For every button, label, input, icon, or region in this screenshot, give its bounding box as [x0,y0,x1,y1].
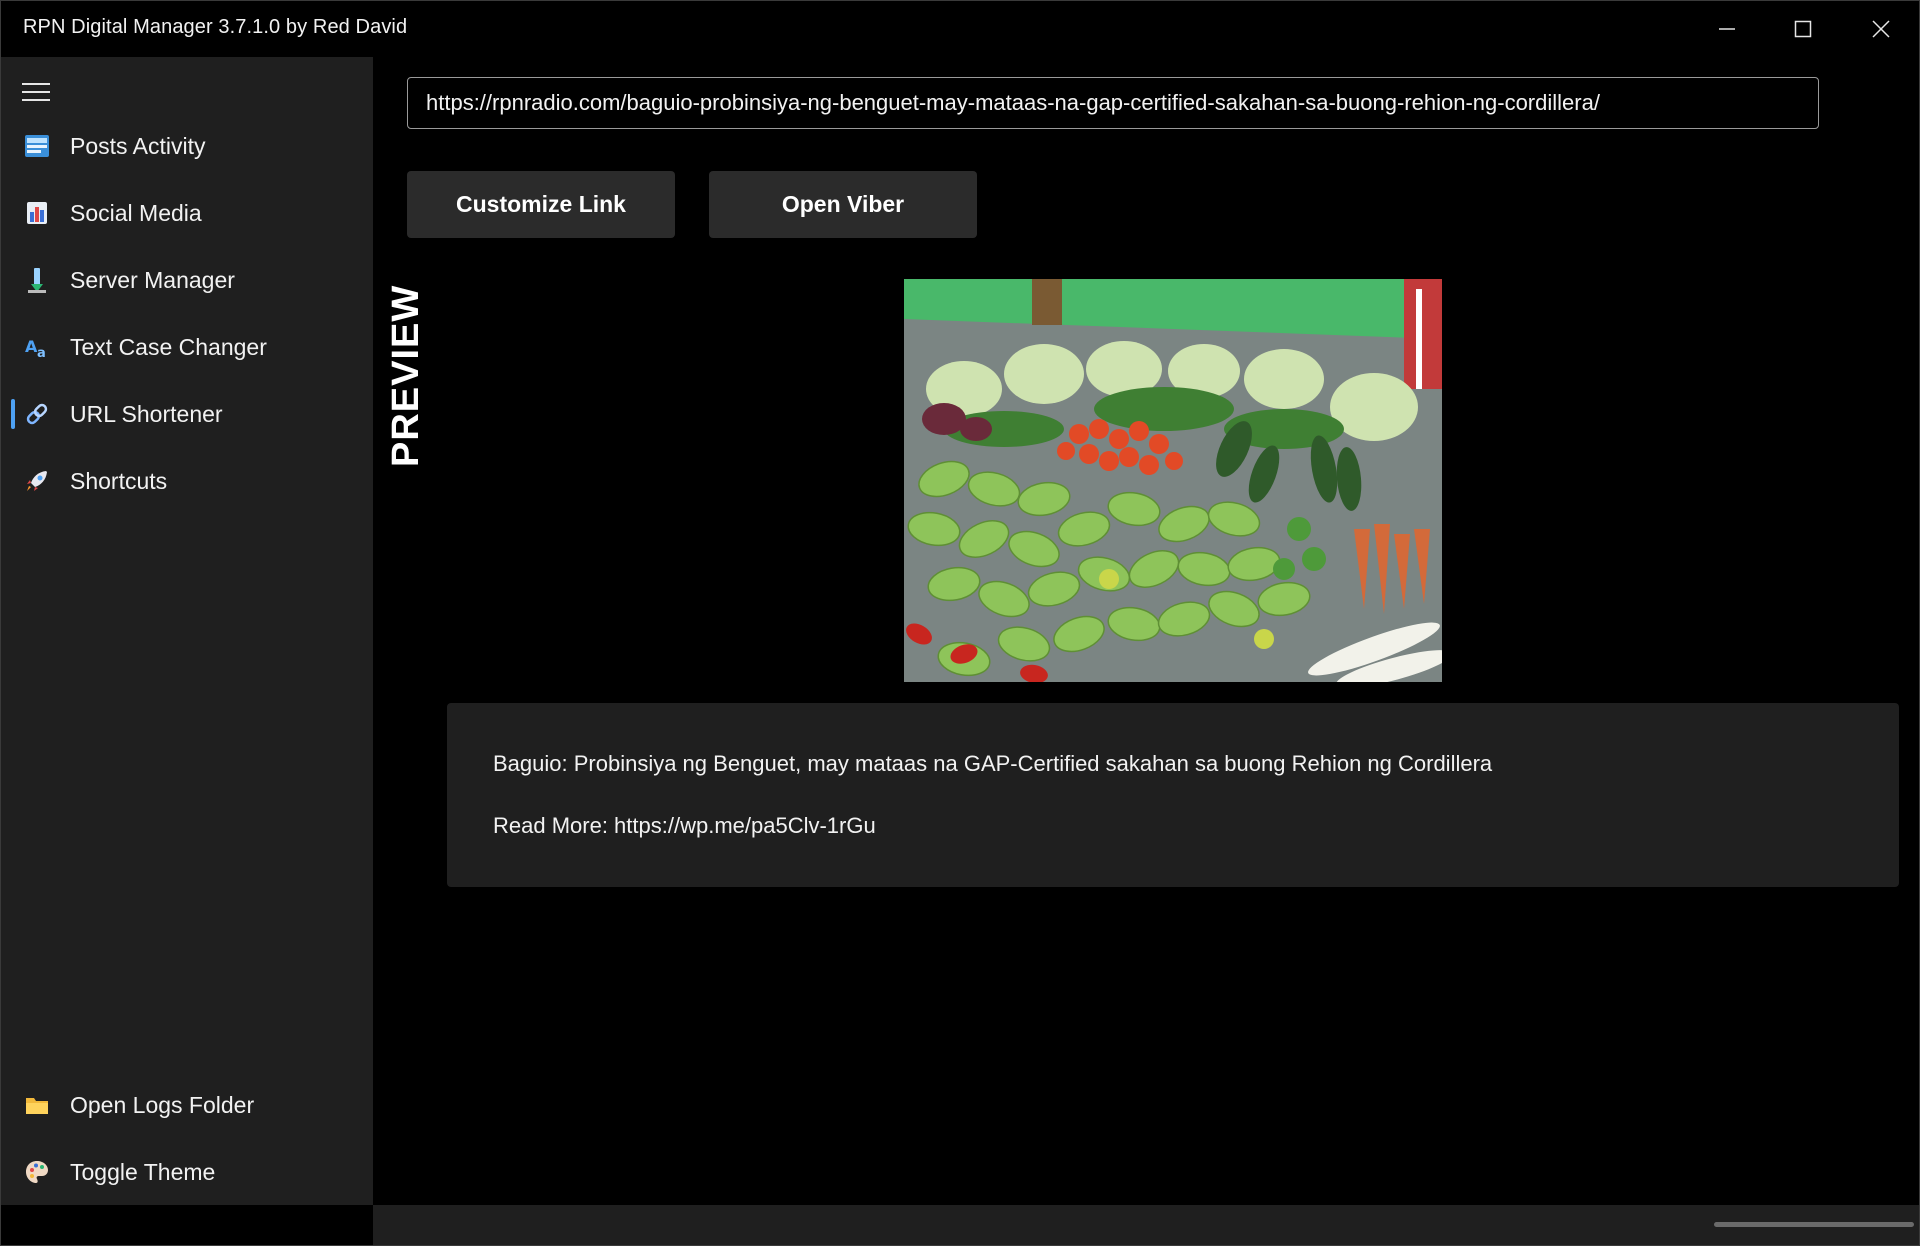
sidebar-item-posts-activity[interactable]: Posts Activity [11,119,363,173]
link-icon [23,400,51,428]
sidebar-item-label: Open Logs Folder [70,1092,255,1118]
close-button[interactable] [1843,1,1919,57]
preview-read-more: Read More: https://wp.me/pa5Clv-1rGu [493,813,876,838]
posts-activity-icon [23,132,51,160]
preview-card: Baguio: Probinsiya ng Benguet, may mataa… [447,703,1899,887]
open-viber-button[interactable]: Open Viber [709,171,977,238]
minimize-button[interactable] [1689,1,1765,57]
close-icon [1872,20,1890,38]
svg-text:a: a [37,346,46,360]
sidebar-item-label: Social Media [70,200,202,226]
customize-link-button[interactable]: Customize Link [407,171,675,238]
window-title: RPN Digital Manager 3.7.1.0 by Red David [23,16,408,38]
selection-indicator [11,399,15,429]
preview-label: PREVIEW [385,284,427,467]
sidebar-item-toggle-theme[interactable]: Toggle Theme [11,1145,363,1199]
rocket-icon [23,467,51,495]
sidebar-item-label: URL Shortener [70,401,223,427]
app-window: RPN Digital Manager 3.7.1.0 by Red David [0,0,1920,1246]
maximize-button[interactable] [1765,1,1841,57]
url-input[interactable] [407,77,1819,129]
vegetables-photo [904,279,1442,682]
bottom-bar [373,1205,1919,1245]
sidebar-item-social-media[interactable]: Social Media [11,186,363,240]
hamburger-menu-icon[interactable] [19,77,53,107]
navigation-sidebar: Posts Activity Social Media Server Manag… [1,57,373,1205]
palette-icon [23,1158,51,1186]
main-content: Customize Link Open Viber PREVIEW [373,57,1919,1205]
sidebar-item-server-manager[interactable]: Server Manager [11,253,363,307]
horizontal-scrollbar[interactable] [1714,1222,1914,1227]
sidebar-item-label: Toggle Theme [70,1159,216,1185]
folder-icon [23,1091,51,1119]
sidebar-item-label: Server Manager [70,267,235,293]
sidebar-item-open-logs-folder[interactable]: Open Logs Folder [11,1078,363,1132]
text-case-icon: A a [23,333,51,361]
title-bar: RPN Digital Manager 3.7.1.0 by Red David [1,1,1919,57]
preview-title: Baguio: Probinsiya ng Benguet, may mataa… [493,751,1493,776]
maximize-icon [1794,20,1812,38]
sidebar-item-shortcuts[interactable]: Shortcuts [11,454,363,508]
minimize-icon [1719,28,1735,30]
sidebar-item-text-case-changer[interactable]: A a Text Case Changer [11,320,363,374]
sidebar-item-label: Shortcuts [70,468,168,494]
server-manager-icon [23,266,51,294]
social-media-icon [23,199,51,227]
sidebar-item-label: Posts Activity [70,133,206,159]
sidebar-item-label: Text Case Changer [70,334,267,360]
preview-image [904,279,1442,682]
sidebar-item-url-shortener[interactable]: URL Shortener [11,387,363,441]
